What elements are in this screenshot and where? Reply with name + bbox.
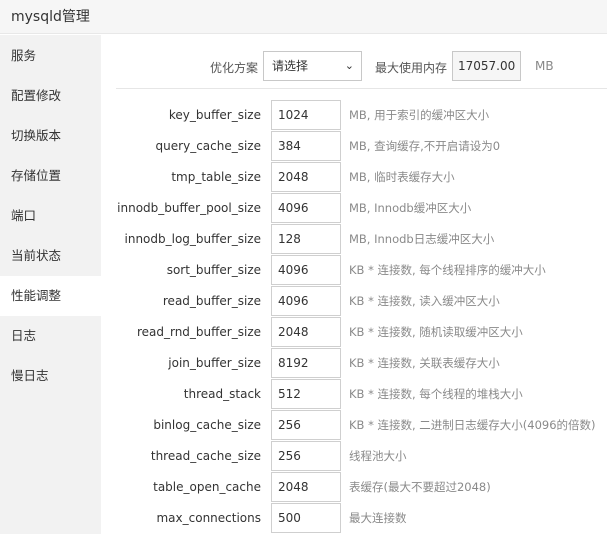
divider bbox=[116, 88, 607, 89]
param-row: innodb_log_buffer_size 128 MB, Innodb日志缓… bbox=[101, 224, 607, 255]
param-note: KB * 连接数, 每个线程的堆栈大小 bbox=[349, 387, 523, 401]
param-input-query-cache-size[interactable]: 384 bbox=[271, 131, 341, 161]
param-input-read-rnd-buffer-size[interactable]: 2048 bbox=[271, 317, 341, 347]
param-note: MB, 临时表缓存大小 bbox=[349, 170, 455, 184]
param-label: innodb_buffer_pool_size bbox=[117, 201, 261, 215]
param-input-innodb-buffer-pool-size[interactable]: 4096 bbox=[271, 193, 341, 223]
param-input-key-buffer-size[interactable]: 1024 bbox=[271, 100, 341, 130]
param-note: KB * 连接数, 二进制日志缓存大小(4096的倍数) bbox=[349, 418, 596, 432]
param-label: read_buffer_size bbox=[162, 294, 261, 308]
param-row: read_rnd_buffer_size 2048 KB * 连接数, 随机读取… bbox=[101, 317, 607, 348]
param-row: query_cache_size 384 MB, 查询缓存,不开启请设为0 bbox=[101, 131, 607, 162]
max-memory-label: 最大使用内存 bbox=[375, 61, 448, 75]
param-row: tmp_table_size 2048 MB, 临时表缓存大小 bbox=[101, 162, 607, 193]
sidebar-item-switch-version[interactable]: 切换版本 bbox=[0, 116, 101, 156]
param-input-max-connections[interactable]: 500 bbox=[271, 503, 341, 533]
param-row: table_open_cache 2048 表缓存(最大不要超过2048) bbox=[101, 472, 607, 503]
performance-panel: 优化方案 请选择 ⌄ 最大使用内存 17057.00 MB key_buffer… bbox=[101, 35, 607, 534]
param-label: query_cache_size bbox=[155, 139, 261, 153]
window-title: mysqld管理 bbox=[11, 9, 90, 25]
param-label: thread_cache_size bbox=[150, 449, 261, 463]
param-row: innodb_buffer_pool_size 4096 MB, Innodb缓… bbox=[101, 193, 607, 224]
param-label: key_buffer_size bbox=[168, 108, 261, 122]
param-note: KB * 连接数, 关联表缓存大小 bbox=[349, 356, 500, 370]
param-row: thread_stack 512 KB * 连接数, 每个线程的堆栈大小 bbox=[101, 379, 607, 410]
param-row: read_buffer_size 4096 KB * 连接数, 读入缓冲区大小 bbox=[101, 286, 607, 317]
param-input-table-open-cache[interactable]: 2048 bbox=[271, 472, 341, 502]
optimize-plan-select[interactable]: 请选择 ⌄ bbox=[263, 51, 362, 81]
param-input-thread-cache-size[interactable]: 256 bbox=[271, 441, 341, 471]
param-label: table_open_cache bbox=[153, 480, 261, 494]
param-row: thread_cache_size 256 线程池大小 bbox=[101, 441, 607, 472]
param-label: thread_stack bbox=[183, 387, 261, 401]
param-label: read_rnd_buffer_size bbox=[136, 325, 261, 339]
param-input-read-buffer-size[interactable]: 4096 bbox=[271, 286, 341, 316]
param-label: innodb_log_buffer_size bbox=[124, 232, 262, 246]
max-memory-field[interactable]: 17057.00 bbox=[452, 51, 521, 81]
param-note: 最大连接数 bbox=[349, 511, 407, 525]
sidebar-item-storage[interactable]: 存储位置 bbox=[0, 156, 101, 196]
param-note: 表缓存(最大不要超过2048) bbox=[349, 480, 491, 494]
param-input-binlog-cache-size[interactable]: 256 bbox=[271, 410, 341, 440]
param-label: binlog_cache_size bbox=[153, 418, 261, 432]
param-row: key_buffer_size 1024 MB, 用于索引的缓冲区大小 bbox=[101, 100, 607, 131]
param-note: KB * 连接数, 读入缓冲区大小 bbox=[349, 294, 500, 308]
param-note: KB * 连接数, 随机读取缓冲区大小 bbox=[349, 325, 523, 339]
param-row: sort_buffer_size 4096 KB * 连接数, 每个线程排序的缓… bbox=[101, 255, 607, 286]
chevron-down-icon: ⌄ bbox=[344, 59, 354, 72]
param-note: MB, Innodb日志缓冲区大小 bbox=[349, 232, 495, 246]
optimize-plan-value: 请选择 bbox=[272, 59, 309, 73]
param-note: MB, 用于索引的缓冲区大小 bbox=[349, 108, 490, 122]
param-input-tmp-table-size[interactable]: 2048 bbox=[271, 162, 341, 192]
sidebar: 服务 配置修改 切换版本 存储位置 端口 当前状态 性能调整 日志 慢日志 bbox=[0, 35, 101, 534]
max-memory-unit: MB bbox=[535, 59, 554, 73]
param-label: join_buffer_size bbox=[168, 356, 261, 370]
param-label: max_connections bbox=[156, 511, 261, 525]
param-note: KB * 连接数, 每个线程排序的缓冲大小 bbox=[349, 263, 546, 277]
param-input-innodb-log-buffer-size[interactable]: 128 bbox=[271, 224, 341, 254]
sidebar-item-config[interactable]: 配置修改 bbox=[0, 76, 101, 116]
sidebar-item-slow-log[interactable]: 慢日志 bbox=[0, 356, 101, 396]
param-row: join_buffer_size 8192 KB * 连接数, 关联表缓存大小 bbox=[101, 348, 607, 379]
sidebar-item-port[interactable]: 端口 bbox=[0, 196, 101, 236]
param-row: binlog_cache_size 256 KB * 连接数, 二进制日志缓存大… bbox=[101, 410, 607, 441]
sidebar-item-service[interactable]: 服务 bbox=[0, 36, 101, 76]
param-note: 线程池大小 bbox=[349, 449, 407, 463]
title-bar: mysqld管理 bbox=[0, 0, 607, 34]
param-input-thread-stack[interactable]: 512 bbox=[271, 379, 341, 409]
optimize-plan-label: 优化方案 bbox=[210, 61, 259, 75]
param-note: MB, 查询缓存,不开启请设为0 bbox=[349, 139, 501, 153]
sidebar-item-log[interactable]: 日志 bbox=[0, 316, 101, 356]
sidebar-item-performance[interactable]: 性能调整 bbox=[0, 276, 101, 316]
param-label: tmp_table_size bbox=[171, 170, 261, 184]
param-input-sort-buffer-size[interactable]: 4096 bbox=[271, 255, 341, 285]
param-label: sort_buffer_size bbox=[166, 263, 261, 277]
param-note: MB, Innodb缓冲区大小 bbox=[349, 201, 472, 215]
sidebar-item-status[interactable]: 当前状态 bbox=[0, 236, 101, 276]
param-row: max_connections 500 最大连接数 bbox=[101, 503, 607, 534]
param-input-join-buffer-size[interactable]: 8192 bbox=[271, 348, 341, 378]
